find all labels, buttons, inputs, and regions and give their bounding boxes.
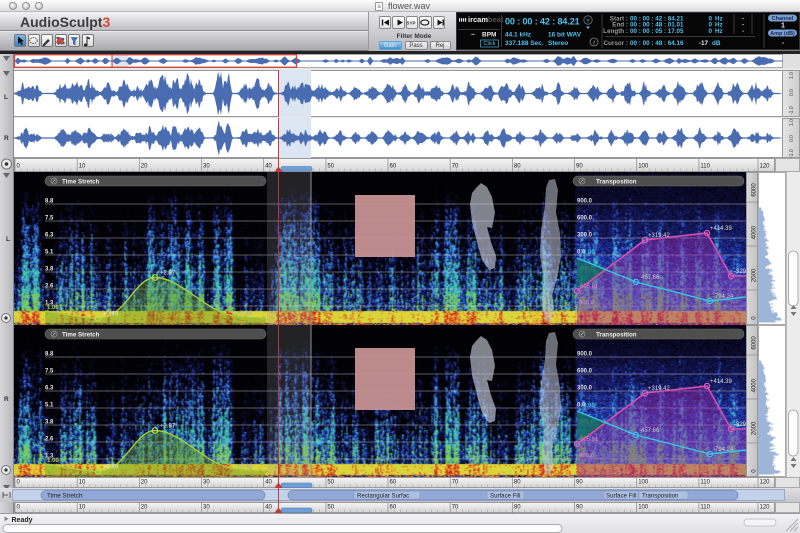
svg-text:90: 90 bbox=[576, 480, 583, 486]
svg-text:40: 40 bbox=[265, 480, 272, 486]
svg-text:Time Stretch: Time Stretch bbox=[47, 493, 83, 500]
svg-text:0: 0 bbox=[17, 480, 21, 486]
svg-text:30: 30 bbox=[203, 505, 210, 511]
svg-text:120: 120 bbox=[760, 505, 771, 511]
svg-text:20: 20 bbox=[141, 505, 148, 511]
svg-text:50: 50 bbox=[327, 480, 334, 486]
svg-text:50: 50 bbox=[327, 505, 334, 511]
svg-text:120: 120 bbox=[760, 480, 771, 486]
svg-text:0: 0 bbox=[752, 469, 758, 473]
svg-text:100: 100 bbox=[638, 480, 649, 486]
svg-text:60: 60 bbox=[390, 480, 397, 486]
svg-text:110: 110 bbox=[700, 505, 710, 511]
svg-text:Transposition: Transposition bbox=[642, 493, 678, 500]
svg-text:70: 70 bbox=[452, 505, 459, 511]
svg-text:110: 110 bbox=[700, 480, 710, 486]
svg-text:4000: 4000 bbox=[752, 378, 758, 392]
svg-text:40: 40 bbox=[265, 505, 272, 511]
svg-text:Rectangular Surfac: Rectangular Surfac bbox=[357, 493, 409, 500]
svg-text:90: 90 bbox=[576, 505, 583, 511]
svg-text:30: 30 bbox=[203, 480, 210, 486]
svg-text:80: 80 bbox=[514, 505, 521, 511]
svg-text:Surface Fill: Surface Fill bbox=[490, 493, 520, 500]
svg-text:20: 20 bbox=[141, 480, 148, 486]
svg-text:80: 80 bbox=[514, 480, 521, 486]
svg-text:10: 10 bbox=[79, 480, 86, 486]
svg-text:100: 100 bbox=[638, 505, 649, 511]
svg-text:2000: 2000 bbox=[752, 421, 758, 435]
svg-text:0: 0 bbox=[17, 505, 21, 511]
svg-text:Ready: Ready bbox=[12, 517, 33, 524]
svg-text:60: 60 bbox=[390, 505, 397, 511]
svg-text:70: 70 bbox=[452, 480, 459, 486]
svg-text:10: 10 bbox=[79, 505, 86, 511]
svg-text:Surface Fill: Surface Fill bbox=[606, 493, 636, 500]
svg-text:6000: 6000 bbox=[752, 336, 758, 350]
